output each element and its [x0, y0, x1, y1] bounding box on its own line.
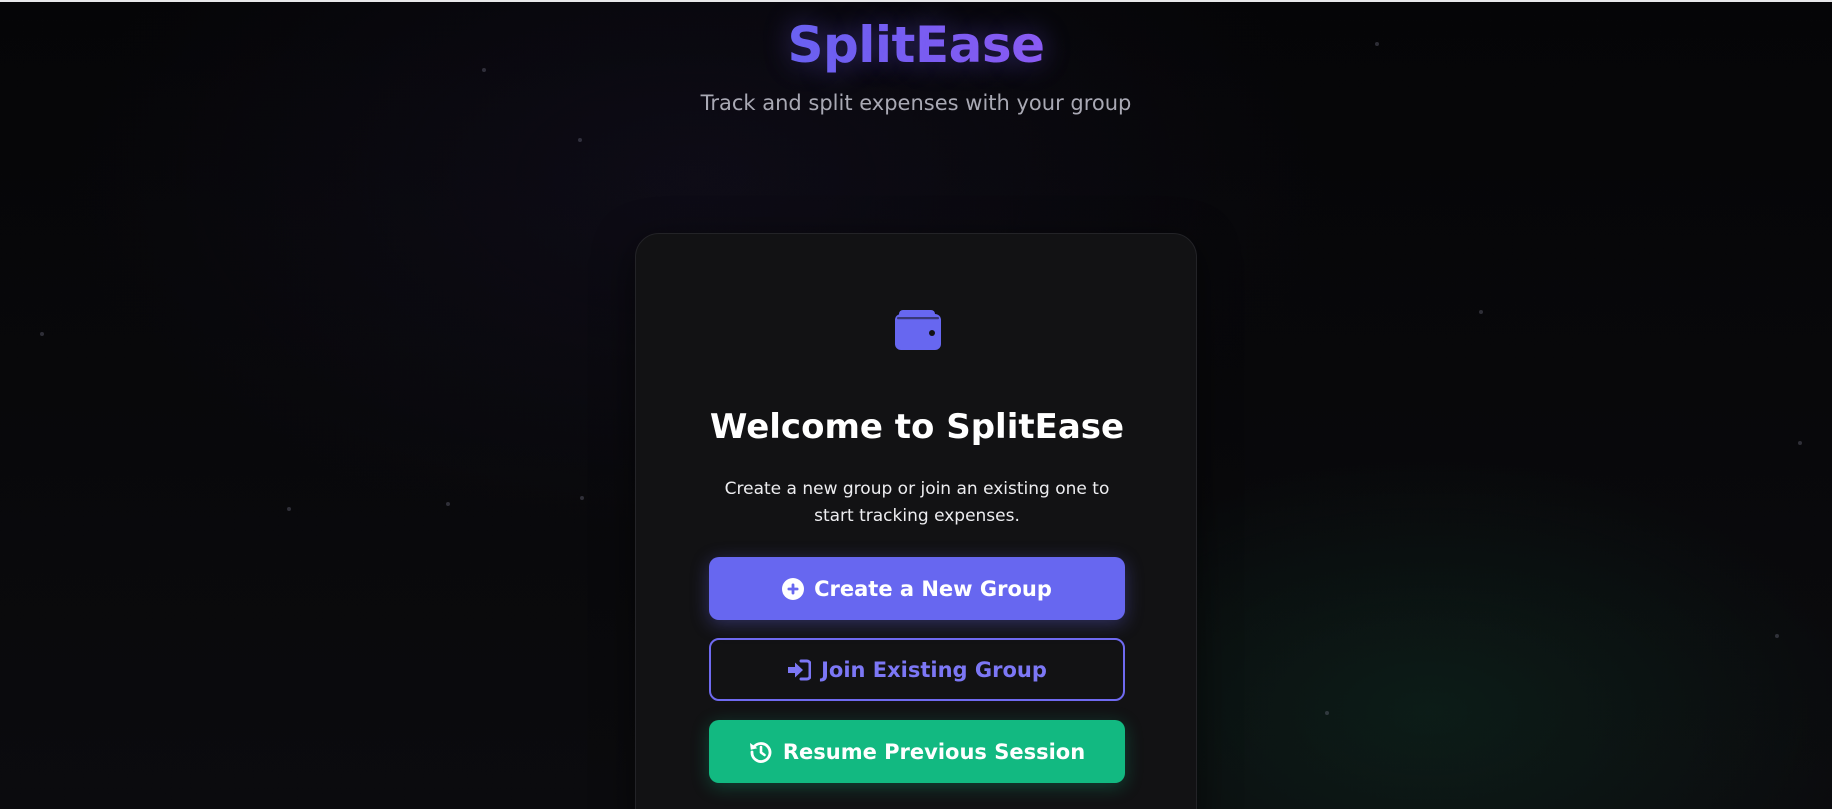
- app-subtitle: Track and split expenses with your group: [700, 91, 1132, 115]
- top-border: [0, 0, 1832, 2]
- background-dot: [1798, 441, 1802, 445]
- welcome-description: Create a new group or join an existing o…: [724, 479, 1110, 526]
- background-dot: [1325, 711, 1329, 715]
- join-group-button[interactable]: Join Existing Group: [709, 638, 1125, 701]
- app-title: SplitEase: [787, 16, 1045, 74]
- sign-in-icon: [787, 659, 812, 681]
- background-dot: [40, 332, 44, 336]
- history-icon: [749, 740, 773, 764]
- resume-session-button[interactable]: Resume Previous Session: [709, 720, 1125, 783]
- background-dot: [446, 502, 450, 506]
- create-group-label: Create a New Group: [814, 576, 1052, 601]
- background-dot: [1479, 310, 1483, 314]
- welcome-card: Welcome to SplitEase Create a new group …: [635, 233, 1197, 809]
- create-group-button[interactable]: Create a New Group: [709, 557, 1125, 620]
- app-header: SplitEase Track and split expenses with …: [0, 14, 1832, 116]
- background-dot: [578, 138, 582, 142]
- wallet-icon: [895, 308, 941, 350]
- background-dot: [1775, 634, 1779, 638]
- welcome-title: Welcome to SplitEase: [709, 407, 1125, 447]
- background-dot: [287, 507, 291, 511]
- join-group-label: Join Existing Group: [821, 657, 1047, 682]
- plus-circle-icon: [782, 577, 805, 600]
- resume-session-label: Resume Previous Session: [782, 739, 1086, 764]
- background-dot: [580, 496, 584, 500]
